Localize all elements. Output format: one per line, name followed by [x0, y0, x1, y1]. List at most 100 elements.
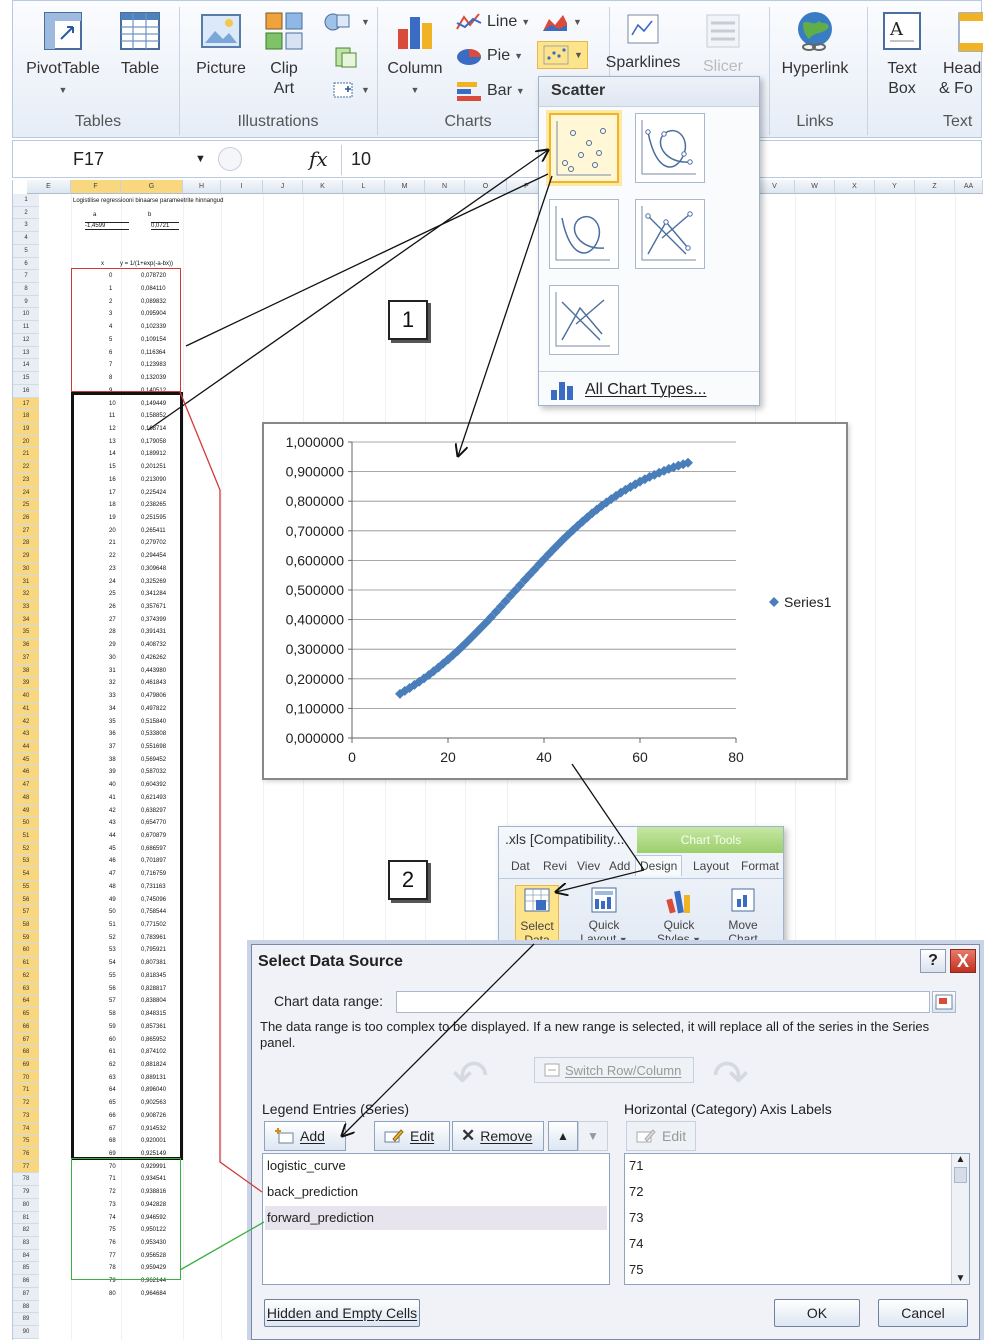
list-item-axis-label[interactable]: 74: [627, 1232, 643, 1256]
row-header[interactable]: 90: [13, 1326, 39, 1339]
row-header[interactable]: 32: [13, 588, 39, 602]
scatter-straight-lines-markers-option[interactable]: [635, 199, 705, 269]
row-header[interactable]: 31: [13, 575, 39, 589]
row-header[interactable]: 42: [13, 715, 39, 729]
row-header[interactable]: 35: [13, 626, 39, 640]
row-header[interactable]: 82: [13, 1224, 39, 1238]
row-header[interactable]: 62: [13, 969, 39, 983]
screenshot-button[interactable]: ▼: [331, 79, 370, 101]
column-header[interactable]: F: [71, 180, 121, 194]
row-header[interactable]: 72: [13, 1097, 39, 1110]
column-header[interactable]: L: [343, 180, 385, 194]
list-item-series[interactable]: logistic_curve: [265, 1154, 607, 1178]
line-chart-button[interactable]: Line ▼: [455, 11, 530, 33]
column-header[interactable]: V: [755, 180, 795, 194]
row-header[interactable]: 13: [13, 346, 39, 360]
chevron-down-icon[interactable]: ▼: [195, 153, 206, 165]
remove-series-button[interactable]: ✕ Remove: [452, 1121, 544, 1151]
close-button[interactable]: X: [950, 949, 976, 973]
axis-labels-list[interactable]: 71 72 73 74 75 ▲ ▼: [624, 1153, 970, 1285]
tab-layout[interactable]: Layout: [693, 859, 729, 873]
row-header[interactable]: 10: [13, 308, 39, 322]
sparklines-button[interactable]: Sparklines: [593, 11, 693, 73]
row-header[interactable]: 66: [13, 1020, 39, 1034]
row-header[interactable]: 65: [13, 1008, 39, 1021]
row-header[interactable]: 29: [13, 550, 39, 563]
row-header[interactable]: 86: [13, 1275, 39, 1288]
scatter-smooth-lines-option[interactable]: [549, 199, 619, 269]
row-header[interactable]: 22: [13, 461, 39, 474]
row-header[interactable]: 88: [13, 1300, 39, 1314]
scatter-markers-only-option[interactable]: [549, 113, 619, 183]
sheet-title-cell[interactable]: Logistilise regressiooni binaarse parame…: [73, 198, 223, 204]
row-header[interactable]: 79: [13, 1186, 39, 1199]
x-value-cell[interactable]: 80: [109, 1291, 116, 1297]
y-value-cell[interactable]: 0,964684: [141, 1291, 166, 1297]
row-header[interactable]: 4: [13, 232, 39, 245]
ok-button[interactable]: OK: [774, 1299, 860, 1327]
row-header[interactable]: 20: [13, 435, 39, 449]
row-header[interactable]: 38: [13, 664, 39, 678]
row-header[interactable]: 81: [13, 1211, 39, 1225]
row-header[interactable]: 1: [13, 194, 39, 207]
row-header[interactable]: 89: [13, 1313, 39, 1327]
row-header[interactable]: 47: [13, 779, 39, 792]
tab-addins[interactable]: Add: [609, 859, 630, 873]
row-header[interactable]: 55: [13, 880, 39, 894]
list-item-axis-label[interactable]: 72: [627, 1180, 643, 1204]
switch-row-column-button[interactable]: Switch Row/Column: [534, 1057, 694, 1083]
quick-styles-button[interactable]: Quick Styles ▼: [655, 885, 703, 947]
insert-function-icon[interactable]: fx: [309, 147, 328, 171]
row-header[interactable]: 36: [13, 639, 39, 652]
row-header[interactable]: 61: [13, 957, 39, 970]
row-header[interactable]: 27: [13, 524, 39, 538]
move-chart-button[interactable]: Move Chart: [723, 885, 763, 946]
param-header-a[interactable]: a: [93, 212, 96, 218]
pie-chart-button[interactable]: Pie ▼: [455, 45, 523, 67]
column-header[interactable]: H: [183, 180, 221, 194]
row-header[interactable]: 9: [13, 295, 39, 309]
row-header[interactable]: 14: [13, 359, 39, 373]
row-header[interactable]: 12: [13, 333, 39, 347]
tab-view[interactable]: Viev: [577, 859, 600, 873]
row-header[interactable]: 70: [13, 1071, 39, 1085]
move-down-button[interactable]: ▼: [578, 1121, 608, 1151]
row-header[interactable]: 77: [13, 1160, 39, 1174]
column-header[interactable]: N: [425, 180, 465, 194]
column-header[interactable]: I: [221, 180, 263, 194]
column-header[interactable]: O: [465, 180, 507, 194]
row-header[interactable]: 49: [13, 804, 39, 818]
row-header[interactable]: 67: [13, 1033, 39, 1047]
chart-data-range-input[interactable]: [396, 991, 930, 1013]
row-header[interactable]: 37: [13, 651, 39, 665]
pivottable-button[interactable]: PivotTable ▼: [19, 9, 107, 100]
scatter-straight-lines-option[interactable]: [549, 285, 619, 355]
column-header[interactable]: Y: [875, 180, 915, 194]
row-header[interactable]: 69: [13, 1058, 39, 1072]
slicer-button[interactable]: Slicer: [693, 11, 753, 77]
cancel-button[interactable]: Cancel: [878, 1299, 968, 1327]
row-header[interactable]: 2: [13, 206, 39, 220]
row-header[interactable]: 74: [13, 1122, 39, 1136]
add-series-button[interactable]: Add: [264, 1121, 346, 1151]
table-header-x[interactable]: x: [101, 261, 104, 267]
name-box[interactable]: F17: [73, 149, 104, 170]
row-header[interactable]: 87: [13, 1287, 39, 1301]
row-header[interactable]: 78: [13, 1173, 39, 1187]
row-header[interactable]: 15: [13, 372, 39, 385]
select-data-button[interactable]: Select Data: [515, 885, 559, 949]
hyperlink-button[interactable]: Hyperlink: [773, 9, 857, 79]
quick-layout-button[interactable]: Quick Layout ▼: [579, 885, 629, 947]
edit-axis-labels-button[interactable]: Edit: [626, 1121, 696, 1151]
list-item-series[interactable]: forward_prediction: [265, 1206, 607, 1230]
row-header[interactable]: 83: [13, 1237, 39, 1250]
edit-series-button[interactable]: Edit: [374, 1121, 450, 1151]
row-header[interactable]: 34: [13, 613, 39, 627]
list-item-axis-label[interactable]: 73: [627, 1206, 643, 1230]
row-header[interactable]: 48: [13, 791, 39, 805]
row-header[interactable]: 8: [13, 283, 39, 296]
row-header[interactable]: 58: [13, 919, 39, 932]
area-chart-button[interactable]: ▼: [541, 11, 582, 33]
list-item-series[interactable]: back_prediction: [265, 1180, 607, 1204]
row-header[interactable]: 57: [13, 906, 39, 920]
